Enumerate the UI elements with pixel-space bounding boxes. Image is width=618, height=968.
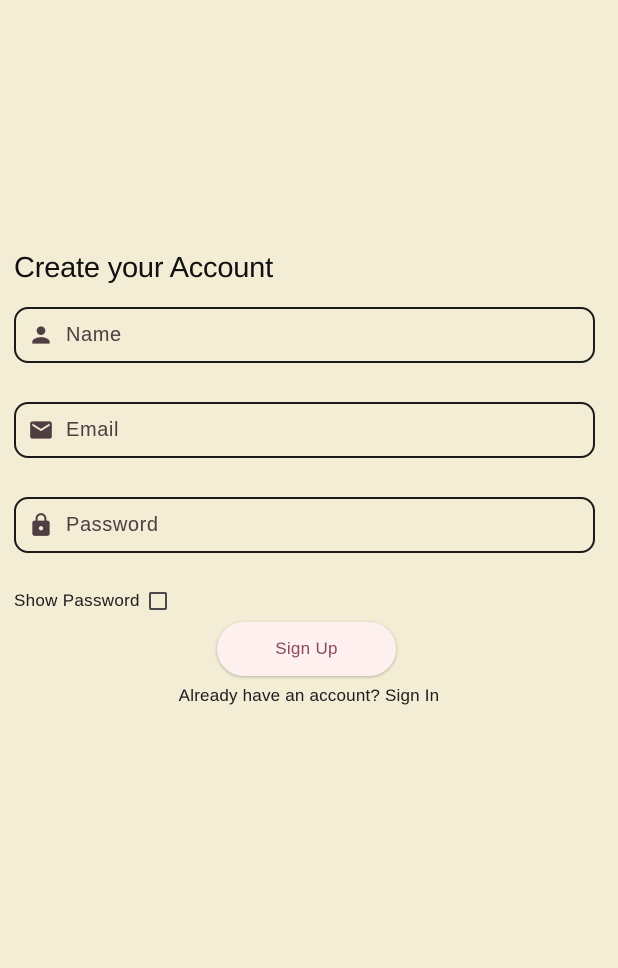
page-title: Create your Account — [14, 252, 273, 284]
show-password-checkbox[interactable] — [148, 592, 167, 610]
password-input[interactable] — [66, 499, 593, 551]
show-password-row: Show Password — [14, 588, 167, 614]
mail-icon — [28, 417, 54, 443]
name-field[interactable] — [14, 307, 595, 363]
person-icon — [28, 322, 54, 348]
password-field[interactable] — [14, 497, 595, 553]
sign-in-link[interactable]: Sign In — [385, 686, 439, 705]
lock-icon — [28, 512, 54, 538]
sign-in-prompt-text: Already have an account? — [178, 686, 381, 705]
signup-page: Create your Account Show Password Sign U… — [0, 0, 618, 968]
show-password-label: Show Password — [14, 591, 140, 610]
sign-up-button[interactable]: Sign Up — [217, 622, 396, 676]
email-input[interactable] — [66, 404, 593, 456]
email-field[interactable] — [14, 402, 595, 458]
sign-in-prompt: Already have an account? Sign In — [0, 686, 618, 706]
name-input[interactable] — [66, 309, 593, 361]
